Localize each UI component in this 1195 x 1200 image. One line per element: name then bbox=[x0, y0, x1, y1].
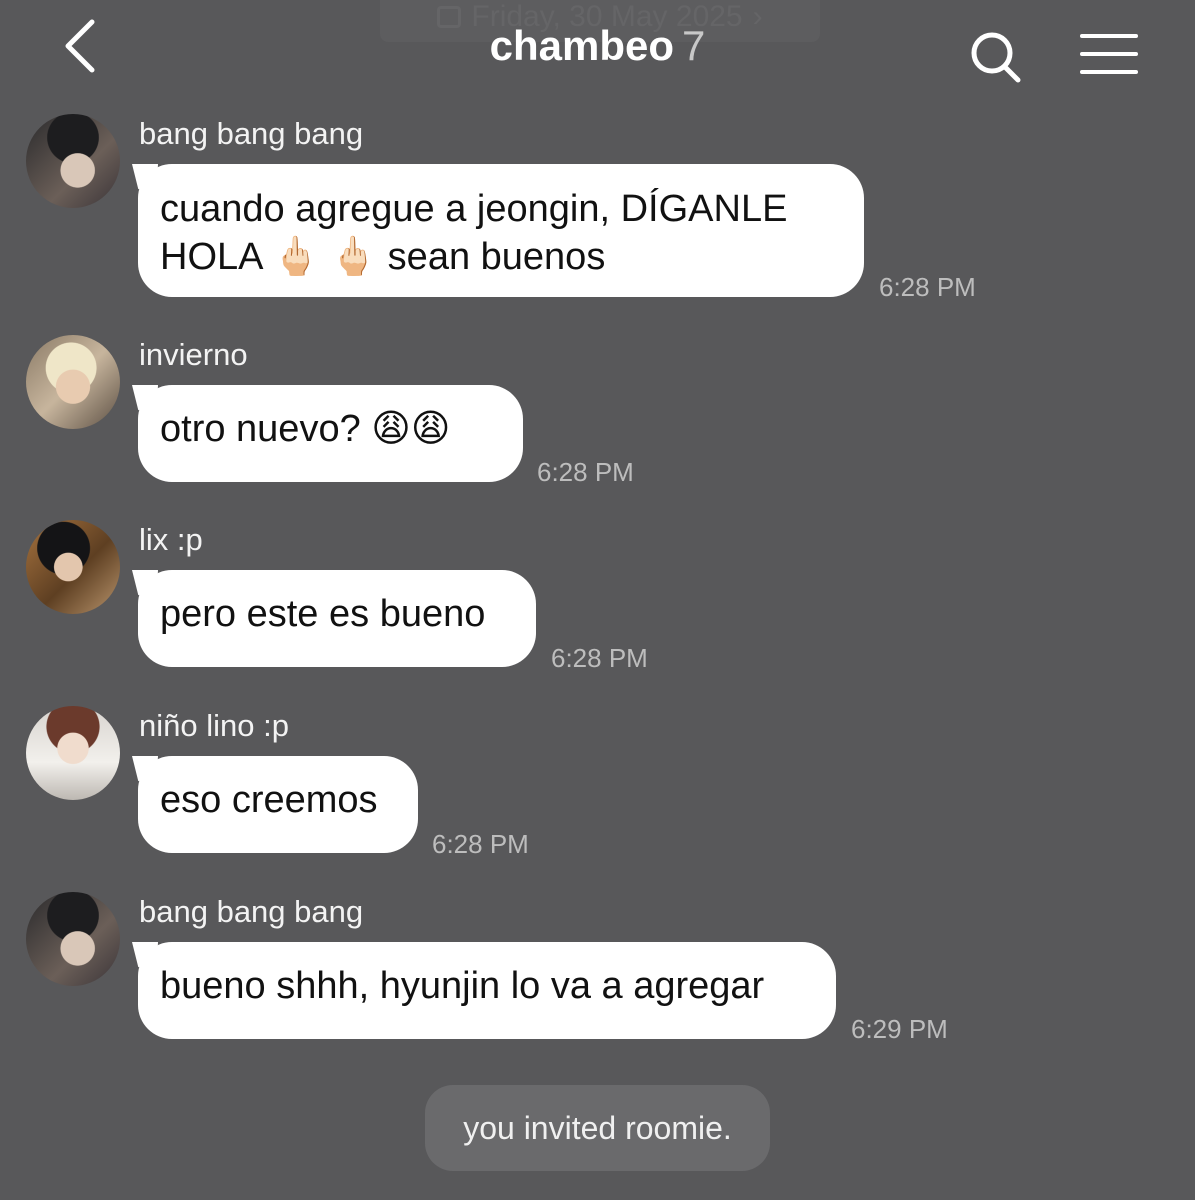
avatar[interactable] bbox=[26, 114, 120, 208]
sender-name: invierno bbox=[139, 337, 248, 372]
message-timestamp: 6:28 PM bbox=[537, 457, 634, 487]
menu-icon bbox=[1080, 34, 1138, 74]
message-bubble[interactable]: cuando agregue a jeongin, DÍGANLE HOLA 🖕… bbox=[138, 164, 864, 297]
message-timestamp: 6:28 PM bbox=[432, 829, 529, 859]
message-text: bueno shhh, hyunjin lo va a agregar bbox=[160, 965, 765, 1007]
menu-button[interactable] bbox=[1078, 30, 1140, 80]
chat-header: Friday, 30 May 2025 › chambeo 7 bbox=[0, 0, 1195, 100]
message-timestamp: 6:28 PM bbox=[879, 272, 976, 302]
search-icon bbox=[971, 32, 1021, 83]
sender-name: lix :p bbox=[139, 522, 203, 557]
message-timestamp: 6:28 PM bbox=[551, 643, 648, 673]
member-count: 7 bbox=[682, 22, 706, 69]
sender-name: bang bang bang bbox=[139, 116, 364, 151]
message-text: eso creemos bbox=[160, 779, 378, 821]
message-text: otro nuevo? 😩😩 bbox=[160, 408, 451, 450]
message-bubble[interactable]: bueno shhh, hyunjin lo va a agregar bbox=[138, 942, 836, 1039]
system-message-text: you invited roomie. bbox=[463, 1109, 732, 1146]
avatar[interactable] bbox=[26, 706, 120, 800]
message-timestamp: 6:29 PM bbox=[851, 1014, 948, 1044]
message-bubble[interactable]: otro nuevo? 😩😩 bbox=[138, 385, 523, 482]
chat-name: chambeo bbox=[489, 22, 675, 69]
sender-name: bang bang bang bbox=[139, 894, 364, 929]
search-button[interactable] bbox=[966, 28, 1026, 88]
message-bubble[interactable]: eso creemos bbox=[138, 756, 418, 853]
avatar[interactable] bbox=[26, 520, 120, 614]
avatar[interactable] bbox=[26, 335, 120, 429]
sender-name: niño lino :p bbox=[139, 708, 289, 743]
system-message: you invited roomie. bbox=[425, 1085, 770, 1171]
message-text: pero este es bueno bbox=[160, 593, 486, 635]
message-bubble[interactable]: pero este es bueno bbox=[138, 570, 536, 667]
message-text: cuando agregue a jeongin, DÍGANLE bbox=[160, 188, 788, 230]
message-text: HOLA 🖕🏻 🖕🏻 sean buenos bbox=[160, 236, 606, 278]
avatar[interactable] bbox=[26, 892, 120, 986]
